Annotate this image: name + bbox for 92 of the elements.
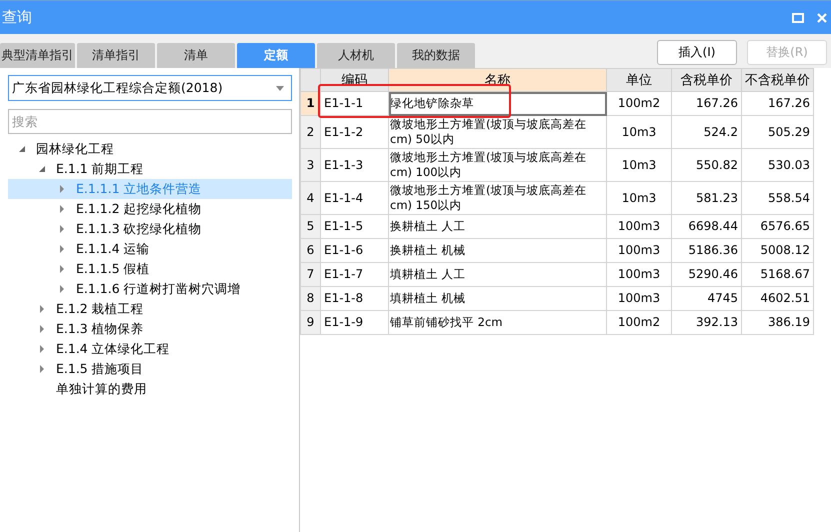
row-number: 5 (300, 214, 320, 238)
table-cell: 填耕植土 人工 (388, 262, 606, 286)
tree-item[interactable]: E.1.1.4 运输 (8, 239, 292, 259)
expand-icon[interactable] (58, 205, 66, 213)
table-cell: 5290.46 (672, 262, 742, 286)
table-cell: 4745 (672, 286, 742, 310)
table-cell: E1-1-8 (320, 286, 388, 310)
table-cell: 微坡地形土方堆置(坡顶与坡底高差在cm) 150以内 (388, 182, 606, 214)
table-cell: E1-1-3 (320, 148, 388, 182)
tree-item[interactable]: E.1.3 植物保养 (8, 319, 292, 339)
column-header[interactable]: 单位 (606, 68, 672, 92)
table-cell: E1-1-1 (320, 92, 388, 116)
table-cell: 换耕植土 人工 (388, 214, 606, 238)
tree-item[interactable]: 单独计算的费用 (8, 379, 292, 399)
table-cell: E1-1-2 (320, 116, 388, 148)
table-cell: 10m3 (606, 182, 672, 214)
dropdown-caret-icon[interactable] (276, 86, 284, 90)
table-cell: 微坡地形土方堆置(坡顶与坡底高差在cm) 100以内 (388, 148, 606, 182)
table-cell: 505.29 (742, 116, 814, 148)
window-title: 查询 (1, 8, 32, 27)
table-cell: 绿化地铲除杂草 (388, 92, 606, 116)
table-cell: 5008.12 (742, 238, 814, 262)
table-cell: 167.26 (742, 92, 814, 116)
column-header[interactable]: 不含税单价 (742, 68, 814, 92)
tab[interactable]: 清单指引 (77, 43, 155, 68)
expand-icon[interactable] (58, 185, 66, 193)
expand-icon[interactable] (38, 365, 46, 373)
table-cell: 4602.51 (742, 286, 814, 310)
table-cell: 换耕植土 机械 (388, 238, 606, 262)
table-cell: 530.03 (742, 148, 814, 182)
table-cell: 167.26 (672, 92, 742, 116)
expand-icon[interactable] (38, 325, 46, 333)
tree-item[interactable]: E.1.2 栽植工程 (8, 299, 292, 319)
table-cell: 5168.67 (742, 262, 814, 286)
expand-icon[interactable] (38, 305, 46, 313)
table-cell: 100m2 (606, 92, 672, 116)
table-cell: E1-1-6 (320, 238, 388, 262)
table-cell: 386.19 (742, 310, 814, 334)
tab[interactable]: 典型清单指引 (0, 43, 75, 68)
tree-item[interactable]: E.1.4 立体绿化工程 (8, 339, 292, 359)
tab[interactable]: 清单 (157, 43, 235, 68)
table-cell: 微坡地形土方堆置(坡顶与坡底高差在cm) 50以内 (388, 116, 606, 148)
tree-item[interactable]: E.1.1.6 行道树打凿树穴调增 (8, 279, 292, 299)
table-cell: 100m3 (606, 214, 672, 238)
maximize-icon[interactable] (792, 12, 804, 22)
table-cell: E1-1-5 (320, 214, 388, 238)
row-number: 9 (300, 310, 320, 334)
row-number: 6 (300, 238, 320, 262)
tab[interactable]: 人材机 (317, 43, 395, 68)
tree-item[interactable]: 园林绿化工程 (8, 139, 292, 159)
table-cell: 100m3 (606, 238, 672, 262)
tree-item[interactable]: E.1.1.2 起挖绿化植物 (8, 199, 292, 219)
tree-item[interactable]: E.1.5 措施项目 (8, 359, 292, 379)
tab[interactable]: 我的数据 (397, 43, 475, 68)
table-cell: 6576.65 (742, 214, 814, 238)
table-cell: 5186.36 (672, 238, 742, 262)
table-cell: 558.54 (742, 182, 814, 214)
table-cell: E1-1-9 (320, 310, 388, 334)
expand-icon[interactable] (58, 245, 66, 253)
expand-icon[interactable] (58, 225, 66, 233)
table-cell: 392.13 (672, 310, 742, 334)
table-cell: 6698.44 (672, 214, 742, 238)
close-icon[interactable] (817, 12, 827, 22)
row-number: 2 (300, 116, 320, 148)
table-cell: 100m3 (606, 286, 672, 310)
row-number: 8 (300, 286, 320, 310)
tree-item[interactable]: E.1.1.3 砍挖绿化植物 (8, 219, 292, 239)
expand-icon[interactable] (58, 265, 66, 273)
search-field[interactable]: 搜索 (8, 109, 292, 134)
table-cell: 100m3 (606, 262, 672, 286)
table-cell: 524.2 (672, 116, 742, 148)
expand-icon[interactable] (38, 345, 46, 353)
tree-item[interactable]: E.1.1 前期工程 (8, 159, 292, 179)
table-cell: 100m2 (606, 310, 672, 334)
column-header[interactable]: 含税单价 (672, 68, 742, 92)
collapse-icon[interactable] (38, 165, 46, 173)
table-cell: 填耕植土 机械 (388, 286, 606, 310)
expand-icon[interactable] (58, 285, 66, 293)
table-cell: 10m3 (606, 148, 672, 182)
row-number: 3 (300, 148, 320, 182)
tree-item[interactable]: E.1.1.5 假植 (8, 259, 292, 279)
row-number: 7 (300, 262, 320, 286)
table-cell: 550.82 (672, 148, 742, 182)
table-cell: 581.23 (672, 182, 742, 214)
table-cell: E1-1-7 (320, 262, 388, 286)
insert-button[interactable]: 插入(I) (657, 40, 737, 65)
table-cell: E1-1-4 (320, 182, 388, 214)
collapse-icon[interactable] (18, 145, 26, 153)
row-number: 4 (300, 182, 320, 214)
library-select[interactable]: 广东省园林绿化工程综合定额(2018) (8, 75, 292, 101)
table-cell: 铺草前铺砂找平 2cm (388, 310, 606, 334)
table-cell: 10m3 (606, 116, 672, 148)
